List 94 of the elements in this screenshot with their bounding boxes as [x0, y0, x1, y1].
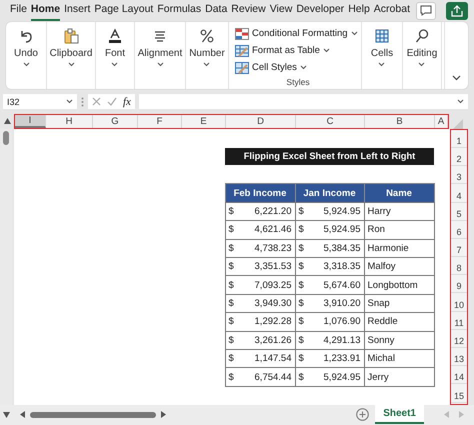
- ribbon-tab[interactable]: Formulas: [157, 0, 202, 21]
- insert-function-button[interactable]: fx: [123, 96, 131, 108]
- currency-symbol: $: [298, 298, 304, 309]
- ribbon-tab[interactable]: Review: [231, 0, 266, 21]
- currency-symbol: $: [298, 372, 304, 383]
- table-cell: Harry: [364, 202, 434, 222]
- amount-text: 3,261.26: [254, 334, 292, 346]
- row-header[interactable]: 3: [451, 166, 467, 184]
- currency-symbol: $: [298, 206, 304, 217]
- row-header[interactable]: 13: [451, 348, 467, 366]
- ribbon-menu-button[interactable]: Cell Styles: [235, 60, 358, 75]
- column-header[interactable]: A: [435, 114, 448, 128]
- column-header[interactable]: C: [296, 114, 365, 128]
- column-header[interactable]: H: [46, 114, 93, 128]
- table-header: Name: [364, 183, 434, 203]
- row-header[interactable]: 2: [451, 148, 467, 166]
- ribbon-menu-button[interactable]: Conditional Formatting: [235, 26, 358, 41]
- sheet-title: Flipping Excel Sheet from Left to Right: [225, 148, 434, 165]
- currency-symbol: $: [228, 353, 234, 364]
- column-header[interactable]: D: [226, 114, 296, 128]
- amount-text: 3,910.20: [324, 298, 360, 309]
- amount-text: 3,351.53: [254, 261, 292, 272]
- currency-symbol: $: [228, 261, 234, 272]
- sheet-tab[interactable]: Sheet1: [375, 405, 424, 424]
- ribbon-button[interactable]: Editing: [404, 26, 440, 69]
- currency-symbol: $: [228, 206, 234, 217]
- amount-text: 7,093.25: [254, 280, 292, 291]
- ribbon-button[interactable]: Undo: [12, 26, 40, 69]
- group-label: Styles: [286, 77, 310, 87]
- table-header: Feb Income: [224, 183, 296, 203]
- table-header: Jan Income: [294, 183, 364, 203]
- ribbon-button[interactable]: Clipboard: [48, 26, 94, 69]
- currency-symbol: $: [228, 298, 234, 309]
- table-cell: Jerry: [364, 367, 434, 387]
- amount-text: 5,924.95: [324, 372, 360, 383]
- amount-text: 5,384.35: [324, 242, 360, 254]
- ribbon-tab[interactable]: File: [10, 0, 27, 21]
- row-header[interactable]: 9: [451, 275, 467, 294]
- ribbon-button[interactable]: Cells: [368, 26, 396, 69]
- ribbon-tab[interactable]: Acrobat: [374, 0, 410, 21]
- currency-symbol: $: [228, 280, 234, 291]
- amount-text: 5,924.95: [324, 206, 360, 217]
- currency-symbol: $: [228, 334, 234, 346]
- currency-symbol: $: [228, 242, 234, 254]
- ribbon-tab[interactable]: Insert: [64, 0, 90, 21]
- currency-symbol: $: [298, 261, 304, 272]
- row-header[interactable]: 5: [451, 202, 467, 221]
- column-header[interactable]: F: [138, 114, 182, 128]
- ribbon-button[interactable]: Alignment: [136, 26, 184, 69]
- ribbon-tab[interactable]: Data: [205, 0, 228, 21]
- amount-text: 1,233.91: [324, 353, 360, 364]
- currency-symbol: $: [228, 372, 234, 383]
- currency-symbol: $: [298, 224, 304, 236]
- ribbon-tab[interactable]: Help: [348, 0, 370, 21]
- column-header[interactable]: I: [15, 114, 46, 128]
- currency-symbol: $: [298, 280, 304, 291]
- amount-text: 4,738.23: [254, 242, 292, 254]
- ribbon-tab[interactable]: View: [270, 0, 292, 21]
- amount-text: 1,292.28: [254, 316, 292, 328]
- column-header[interactable]: B: [365, 114, 435, 128]
- name-box[interactable]: I32: [3, 94, 77, 110]
- row-header[interactable]: 14: [451, 366, 467, 384]
- ribbon-button[interactable]: Font: [102, 26, 127, 69]
- row-header[interactable]: 11: [451, 312, 467, 330]
- amount-text: 4,291.13: [324, 334, 360, 346]
- row-header[interactable]: 6: [451, 220, 467, 239]
- amount-text: 3,949.30: [254, 298, 292, 309]
- currency-symbol: $: [298, 242, 304, 254]
- row-header[interactable]: 10: [451, 293, 467, 312]
- row-header[interactable]: 15: [451, 384, 467, 403]
- column-header[interactable]: E: [182, 114, 226, 128]
- amount-text: 6,221.20: [254, 206, 292, 217]
- ribbon-tab[interactable]: Developer: [296, 0, 344, 21]
- row-header[interactable]: 8: [451, 257, 467, 276]
- row-header[interactable]: 4: [451, 184, 467, 202]
- amount-text: 3,318.35: [324, 261, 360, 272]
- ribbon-tab[interactable]: Page Layout: [94, 0, 154, 21]
- column-header[interactable]: G: [93, 114, 138, 128]
- currency-symbol: $: [228, 224, 234, 236]
- currency-symbol: $: [298, 353, 304, 364]
- amount-text: 5,924.95: [324, 224, 360, 236]
- row-header[interactable]: 1: [451, 130, 467, 148]
- ribbon-button[interactable]: Number: [187, 26, 227, 69]
- row-header[interactable]: 7: [451, 238, 467, 258]
- amount-text: 6,754.44: [254, 372, 292, 383]
- amount-text: 1,147.54: [254, 353, 292, 364]
- ribbon-menu-button[interactable]: Format as Table: [235, 43, 358, 58]
- amount-text: 4,621.46: [254, 224, 292, 236]
- currency-symbol: $: [228, 316, 234, 328]
- amount-text: 1,076.90: [324, 316, 360, 328]
- currency-symbol: $: [298, 334, 304, 346]
- amount-text: 5,674.60: [324, 280, 360, 291]
- currency-symbol: $: [298, 316, 304, 328]
- row-header[interactable]: 12: [451, 330, 467, 348]
